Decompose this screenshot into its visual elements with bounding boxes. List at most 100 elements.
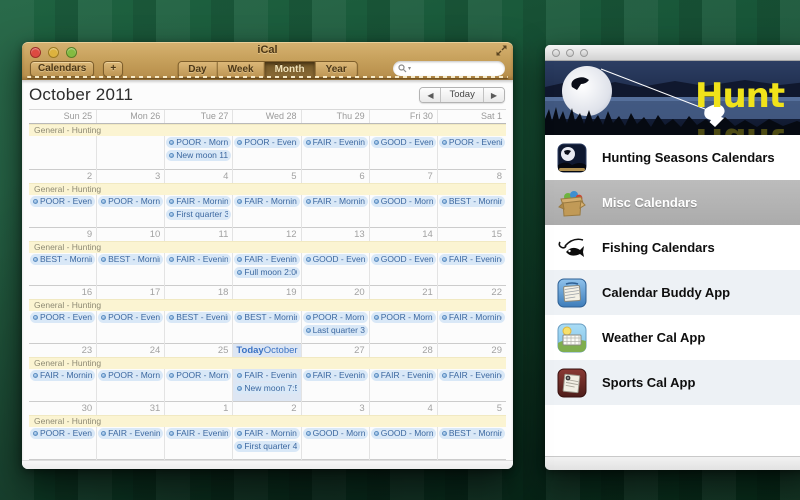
event-pill[interactable]: FAIR - Morning	[166, 196, 231, 207]
event-pill[interactable]: POOR - Morning	[371, 312, 436, 323]
list-item-weather-cal-app[interactable]: Weather Cal App	[545, 315, 800, 360]
day-cell[interactable]: FAIR - MorningFirst quarter 4:38pm	[233, 427, 301, 460]
list-item-fishing-calendars[interactable]: Fishing Calendars	[545, 225, 800, 270]
list-item-sports-cal-app[interactable]: Sports Cal App	[545, 360, 800, 405]
day-cell[interactable]: FAIR - Morning First quarter 3:15am	[165, 195, 233, 228]
day-cell[interactable]: POOR - Evening	[29, 311, 97, 344]
day-cell[interactable]: GOOD - Morning	[370, 195, 438, 228]
view-tab-day[interactable]: Day	[178, 62, 217, 77]
category-banner[interactable]: General - Hunting	[29, 124, 506, 136]
day-cell[interactable]: GOOD - Morning	[302, 427, 370, 460]
day-cell[interactable]: POOR - Evening	[29, 427, 97, 460]
event-pill[interactable]: FAIR - Evening	[303, 370, 368, 381]
day-cell[interactable]: FAIR - Morning	[233, 195, 301, 228]
event-pill[interactable]: FAIR - Morning	[303, 196, 368, 207]
event-pill[interactable]: GOOD - Morning	[303, 428, 368, 439]
day-cell[interactable]: GOOD - Evening	[370, 136, 438, 170]
event-pill[interactable]: GOOD - Evening	[371, 137, 436, 148]
event-pill[interactable]: BEST - Morning	[439, 428, 505, 439]
day-cell[interactable]: GOOD - Morning	[370, 427, 438, 460]
day-cell[interactable]: POOR - Morning	[370, 311, 438, 344]
category-banner[interactable]: General - Hunting	[29, 241, 506, 253]
day-cell[interactable]: BEST - Morning	[233, 311, 301, 344]
event-pill[interactable]: FAIR - Evening	[439, 254, 505, 265]
event-pill[interactable]: GOOD - Evening	[371, 254, 436, 265]
panel-titlebar[interactable]	[545, 45, 800, 61]
search-input[interactable]: ▾	[393, 61, 505, 76]
day-cell[interactable]: POOR - Morning	[97, 369, 165, 402]
event-pill[interactable]: New moon 11:09am	[166, 150, 231, 161]
event-pill[interactable]: FAIR - Morning	[30, 370, 95, 381]
day-cell[interactable]: FAIR - Morning	[438, 311, 506, 344]
list-item-hunting-seasons-calendars[interactable]: Hunting Seasons Calendars	[545, 135, 800, 180]
event-pill[interactable]: FAIR - Evening	[98, 428, 163, 439]
day-cell[interactable]: FAIR - Evening	[165, 253, 233, 286]
event-pill[interactable]: GOOD - Evening	[303, 254, 368, 265]
event-pill[interactable]: FAIR - Morning	[234, 196, 299, 207]
event-pill[interactable]: FAIR - Evening	[234, 370, 299, 381]
ical-titlebar[interactable]: iCal	[22, 42, 513, 58]
day-cell[interactable]	[97, 136, 165, 170]
minimize-button[interactable]	[566, 49, 574, 57]
close-button[interactable]	[30, 47, 41, 58]
event-pill[interactable]: POOR - Morning	[166, 370, 231, 381]
day-cell[interactable]: FAIR - Evening	[438, 253, 506, 286]
event-pill[interactable]: New moon 7:56pm	[234, 383, 299, 394]
day-cell[interactable]: FAIR - Evening New moon 7:56pm	[233, 369, 301, 402]
event-pill[interactable]: BEST - Morning	[234, 312, 299, 323]
day-cell[interactable]: FAIR - Evening	[438, 369, 506, 402]
event-pill[interactable]: POOR - Evening	[439, 137, 505, 148]
event-pill[interactable]: FAIR - Evening	[371, 370, 436, 381]
event-pill[interactable]: FAIR - Evening	[303, 137, 368, 148]
event-pill[interactable]: BEST - Evening	[166, 312, 231, 323]
zoom-button[interactable]	[580, 49, 588, 57]
day-cell[interactable]: FAIR - Morning	[29, 369, 97, 402]
event-pill[interactable]: POOR - Evening	[234, 137, 299, 148]
event-pill[interactable]: POOR - Morning	[303, 312, 368, 323]
next-month-button[interactable]: ▶	[484, 88, 504, 102]
prev-month-button[interactable]: ◀	[420, 88, 441, 102]
day-cell[interactable]: BEST - Morning	[97, 253, 165, 286]
view-tab-week[interactable]: Week	[218, 62, 265, 77]
add-calendar-button[interactable]: +	[103, 61, 123, 77]
event-pill[interactable]: FAIR - Evening	[166, 428, 231, 439]
list-item-misc-calendars[interactable]: Misc Calendars	[545, 180, 800, 225]
close-button[interactable]	[552, 49, 560, 57]
day-cell[interactable]: GOOD - Evening	[302, 253, 370, 286]
event-pill[interactable]: POOR - Evening	[30, 428, 95, 439]
day-cell[interactable]: POOR - Morning	[165, 369, 233, 402]
event-pill[interactable]: First quarter 4:38pm	[234, 441, 299, 452]
day-cell[interactable]: GOOD - Evening	[370, 253, 438, 286]
day-cell[interactable]: BEST - Evening	[165, 311, 233, 344]
day-cell[interactable]: POOR - MorningNew moon 11:09am	[165, 136, 233, 170]
minimize-button[interactable]	[48, 47, 59, 58]
event-pill[interactable]: BEST - Morning	[30, 254, 95, 265]
event-pill[interactable]: POOR - Morning	[98, 370, 163, 381]
view-tab-year[interactable]: Year	[316, 62, 357, 77]
event-pill[interactable]: BEST - Morning	[98, 254, 163, 265]
event-pill[interactable]: FAIR - Evening	[166, 254, 231, 265]
category-banner[interactable]: General - Hunting	[29, 299, 506, 311]
event-pill[interactable]: FAIR - Morning	[439, 312, 505, 323]
day-cell[interactable]: FAIR - Evening Full moon 2:06am	[233, 253, 301, 286]
event-pill[interactable]: BEST - Morning	[439, 196, 505, 207]
event-pill[interactable]: FAIR - Evening	[234, 254, 299, 265]
day-cell[interactable]: FAIR - Evening	[370, 369, 438, 402]
day-cell[interactable]: POOR - Evening	[29, 195, 97, 228]
day-cell[interactable]: BEST - Morning	[29, 253, 97, 286]
event-pill[interactable]: Full moon 2:06am	[234, 267, 299, 278]
day-cell[interactable]: POOR - Evening	[97, 311, 165, 344]
fullscreen-icon[interactable]	[496, 45, 507, 56]
day-cell[interactable]	[29, 136, 97, 170]
day-cell[interactable]: POOR - MorningLast quarter 3:30am	[302, 311, 370, 344]
calendars-button[interactable]: Calendars	[30, 61, 94, 77]
day-cell[interactable]: BEST - Morning	[438, 195, 506, 228]
day-cell[interactable]: BEST - Morning	[438, 427, 506, 460]
day-cell[interactable]: FAIR - Evening	[97, 427, 165, 460]
event-pill[interactable]: POOR - Evening	[30, 196, 95, 207]
day-cell[interactable]: POOR - Morning	[97, 195, 165, 228]
event-pill[interactable]: GOOD - Morning	[371, 428, 436, 439]
event-pill[interactable]: First quarter 3:15am	[166, 209, 231, 220]
day-cell[interactable]: POOR - Evening	[233, 136, 301, 170]
category-banner[interactable]: General - Hunting	[29, 415, 506, 427]
